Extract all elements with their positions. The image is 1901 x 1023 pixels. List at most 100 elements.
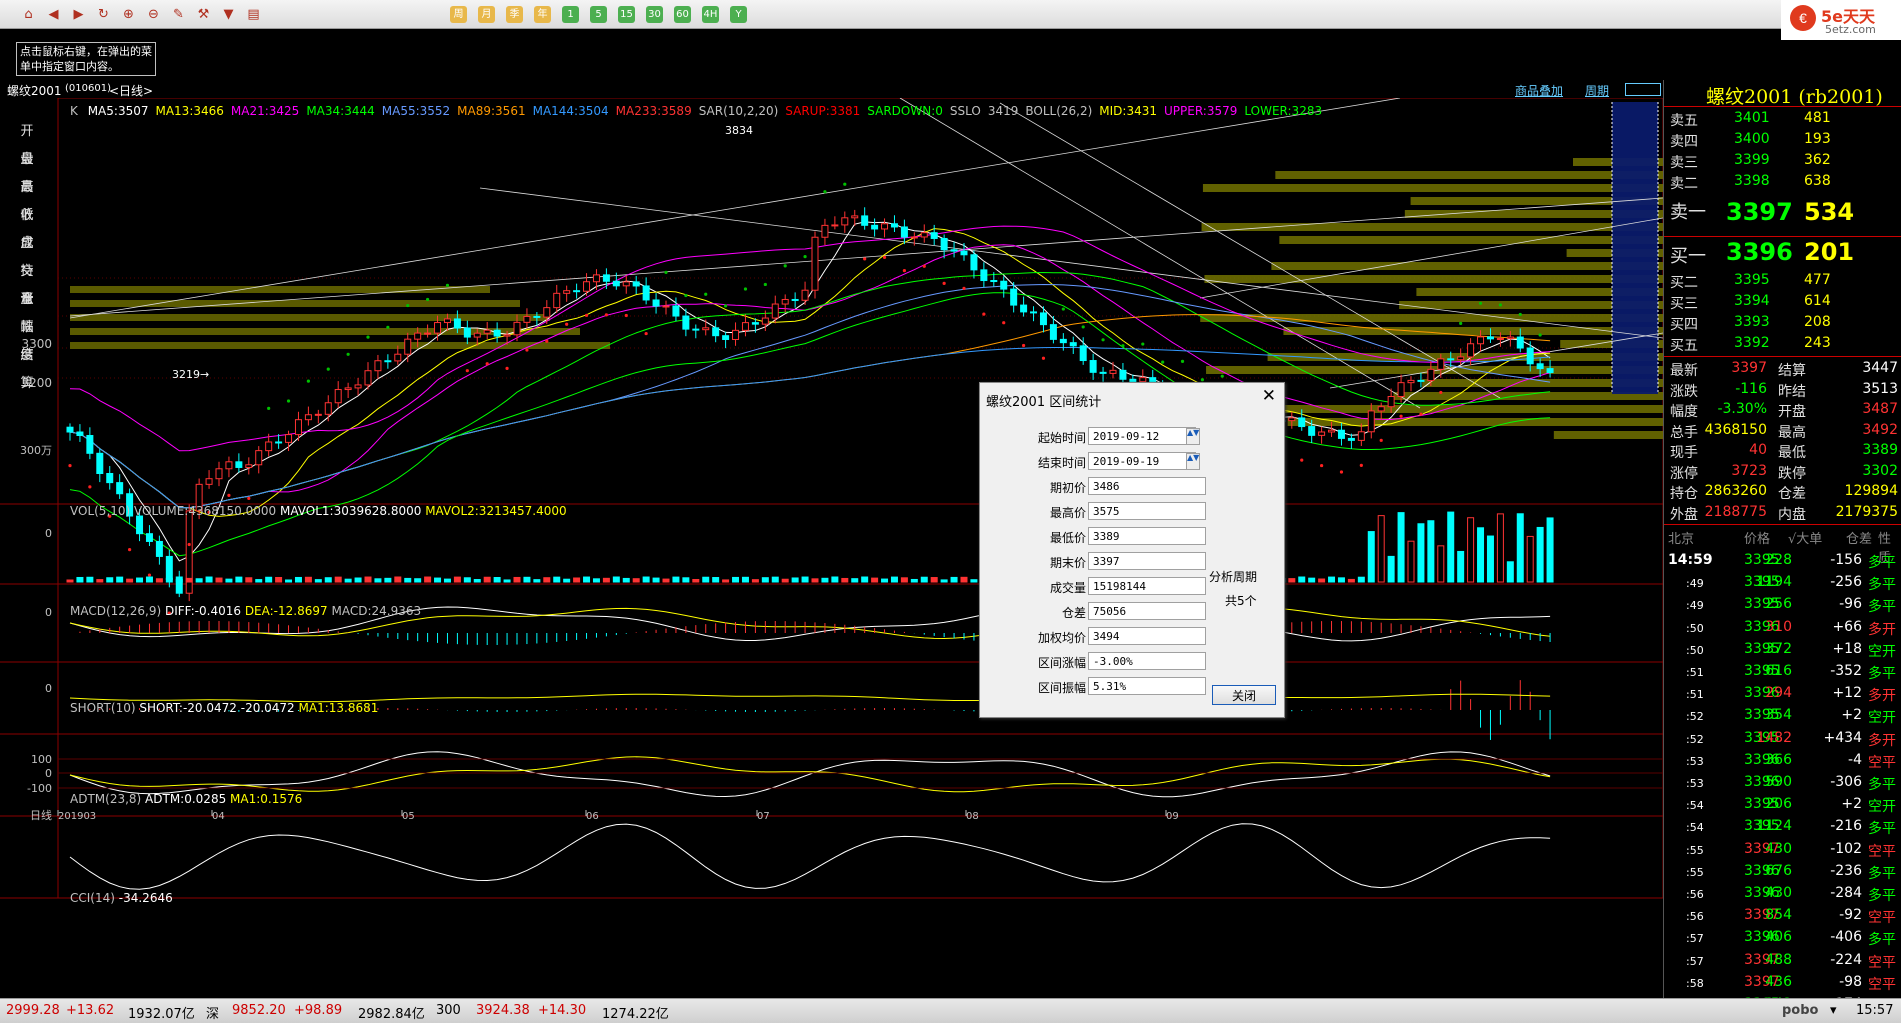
tick-nature: 多开 <box>1868 621 1896 638</box>
candle-body <box>483 329 491 334</box>
side-menu-item[interactable]: 涨跌 <box>8 286 60 335</box>
side-menu-item[interactable]: 收盘 <box>8 202 60 251</box>
tick-oi-change: +2 <box>1841 796 1862 813</box>
volume-bar <box>374 578 382 583</box>
dialog-field-input[interactable]: 3397 <box>1088 552 1206 570</box>
close-icon[interactable]: ✕ <box>1262 386 1276 406</box>
news-icon[interactable]: ▤ <box>245 6 262 23</box>
period-button-3[interactable]: 年 <box>534 6 551 23</box>
dialog-field-input[interactable]: 5.31% <box>1088 677 1206 695</box>
volume-bar <box>1387 555 1395 583</box>
period-button-8[interactable]: 60 <box>674 6 691 23</box>
candle-body <box>215 468 223 480</box>
tick-volume: 430 <box>1765 840 1792 857</box>
sar-dot <box>426 297 430 302</box>
volume-bar <box>1427 520 1435 583</box>
tick-oi-change: -306 <box>1830 774 1862 790</box>
candle-body <box>1387 396 1395 408</box>
forward-icon[interactable]: ▶ <box>70 6 87 23</box>
dialog-field-input[interactable]: 3486 <box>1088 477 1206 495</box>
volume-bar <box>344 578 352 583</box>
period-button-4[interactable]: 1 <box>562 6 579 23</box>
period-button-6[interactable]: 15 <box>618 6 635 23</box>
candle-body <box>1437 358 1445 370</box>
volume-bar <box>642 576 650 583</box>
ma-legend-item: MA34:3444 <box>306 104 375 118</box>
candle-body <box>294 419 302 436</box>
tick-oi-change: +18 <box>1832 640 1862 657</box>
tick-row: :49 3395 256 -96 多平 <box>1664 594 1901 616</box>
cci-name: CCI(14) <box>70 891 115 905</box>
filter-icon[interactable]: ▼ <box>220 6 237 23</box>
close-button[interactable]: 关闭 <box>1212 685 1276 705</box>
dialog-field-input[interactable]: 2019-09-19 <box>1088 452 1196 470</box>
ma-legend-item: SARDOWN:0 <box>867 104 943 118</box>
dialog-field-input[interactable]: -3.00% <box>1088 652 1206 670</box>
period-button-0[interactable]: 周 <box>450 6 467 23</box>
tick-oi-change: -224 <box>1830 951 1862 968</box>
side-menu-item[interactable]: 幅度 <box>8 314 60 363</box>
back-icon[interactable]: ◀ <box>45 6 62 23</box>
volume-bar <box>751 579 759 583</box>
stat-label: 涨跌 <box>1670 383 1698 400</box>
ma-legend-item: MA5:3507 <box>87 104 149 118</box>
ticks-header-cell: 价格 <box>1744 532 1771 547</box>
period-button-1[interactable]: 月 <box>478 6 495 23</box>
tick-row: :55 3397 430 -102 空平 <box>1664 839 1901 861</box>
volume-bar <box>205 576 213 583</box>
dialog-field-input[interactable]: 15198144 <box>1088 577 1206 595</box>
period-button-9[interactable]: 4H <box>702 6 719 23</box>
pen-icon[interactable]: ✎ <box>170 6 187 23</box>
period-button-7[interactable]: 30 <box>646 6 663 23</box>
overlay-link[interactable]: 商品叠加 <box>1515 82 1563 99</box>
volume-bar <box>1437 545 1445 583</box>
volume-profile-bar <box>70 342 610 349</box>
side-menu-item[interactable]: 开盘 <box>8 118 60 167</box>
bid-label: 买五 <box>1670 338 1698 354</box>
candle-body <box>1059 338 1067 344</box>
dialog-field-input[interactable]: 3389 <box>1088 527 1206 545</box>
dialog-field-label: 加权均价 <box>1037 631 1086 645</box>
side-menu-item[interactable]: 持仓 <box>8 258 60 307</box>
tick-oi-change: -284 <box>1830 885 1862 901</box>
side-menu-item[interactable]: 最高 <box>8 146 60 195</box>
bid-label: 买四 <box>1670 317 1698 333</box>
dialog-field-input[interactable]: 3575 <box>1088 502 1206 520</box>
volume-profile-bar <box>1204 275 1663 283</box>
refresh-icon[interactable]: ↻ <box>95 6 112 23</box>
tool-icon[interactable]: ⚒ <box>195 6 212 23</box>
dialog-field-input[interactable]: 75056 <box>1088 602 1206 620</box>
candle-body <box>344 387 352 391</box>
date-spinner-icon[interactable]: ▲▼ <box>1186 453 1200 470</box>
period-button-10[interactable]: Y <box>730 6 747 23</box>
period-button-5[interactable]: 5 <box>590 6 607 23</box>
window-controls-icon[interactable] <box>1625 83 1661 96</box>
volume-bar <box>483 576 491 583</box>
volume-bar <box>821 577 829 583</box>
macd-diff: DIFF:-0.4016 <box>164 604 241 618</box>
zoom-in-icon[interactable]: ⊕ <box>120 6 137 23</box>
dialog-field-input[interactable]: 3494 <box>1088 627 1206 645</box>
ma-legend-item: SSLO <box>949 104 981 118</box>
zoom-out-icon[interactable]: ⊖ <box>145 6 162 23</box>
volume-bar <box>741 576 749 583</box>
sar-dot <box>1300 458 1304 462</box>
period-button-2[interactable]: 季 <box>506 6 523 23</box>
period-link[interactable]: 周期 <box>1585 82 1609 99</box>
home-icon[interactable]: ⌂ <box>20 6 37 23</box>
kline-chart[interactable]: 3300320038343219→300万0001000-100201903 04… <box>0 98 1663 998</box>
date-spinner-icon[interactable]: ▲▼ <box>1186 428 1200 445</box>
bid-row: 买三 3394 614 <box>1664 293 1901 313</box>
side-menu-item[interactable]: 最低 <box>8 174 60 223</box>
candle-body <box>1109 369 1117 374</box>
candle-body <box>1099 371 1107 374</box>
side-menu-item[interactable]: 结算 <box>8 342 60 391</box>
candle-body <box>66 426 74 433</box>
volume-bar <box>265 576 273 583</box>
dialog-field-input[interactable]: 2019-09-12 <box>1088 427 1196 445</box>
candle-body <box>900 226 908 238</box>
volume-bar <box>732 576 740 583</box>
side-menu-item[interactable]: 成交量 <box>8 230 60 307</box>
stat-label-2: 结算 <box>1778 363 1806 379</box>
quote-stat-row: 现手 40 最低 3389 <box>1664 442 1901 462</box>
